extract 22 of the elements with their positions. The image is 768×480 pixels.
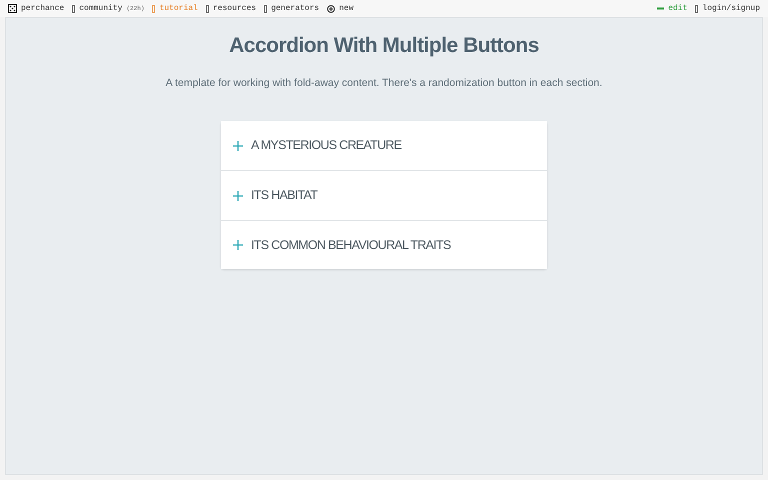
pencil-icon — [657, 6, 664, 11]
placeholder-glyph-icon — [72, 4, 76, 12]
nav-link[interactable]: perchance — [21, 2, 64, 14]
nav-link[interactable]: new — [339, 2, 354, 14]
accordion-header[interactable]: A MYSTERIOUS CREATURE — [221, 120, 547, 170]
placeholder-glyph-icon — [264, 4, 268, 12]
placeholder-glyph-icon — [206, 4, 209, 12]
nav-link[interactable]: community — [79, 2, 122, 14]
nav-link[interactable]: login/signup — [702, 2, 760, 14]
nav-link[interactable]: generators — [271, 2, 320, 14]
page-description: A template for working with fold-away content. There's a randomization button in each section. — [166, 76, 602, 92]
placeholder-glyph-icon — [152, 4, 156, 12]
accordion-header[interactable]: ITS COMMON BEHAVIOURAL TRAITS — [221, 220, 547, 270]
placeholder-glyph-icon — [695, 4, 698, 12]
accordion-header[interactable]: ITS HABITAT — [221, 170, 547, 220]
dice-icon — [8, 4, 17, 13]
plus-icon — [233, 240, 243, 250]
plus-icon — [233, 140, 243, 151]
nav-link[interactable]: resources — [212, 2, 256, 14]
page-title: Accordion With Multiple Buttons — [229, 33, 539, 58]
plus-icon — [233, 190, 243, 201]
add-circle-icon — [327, 4, 336, 12]
